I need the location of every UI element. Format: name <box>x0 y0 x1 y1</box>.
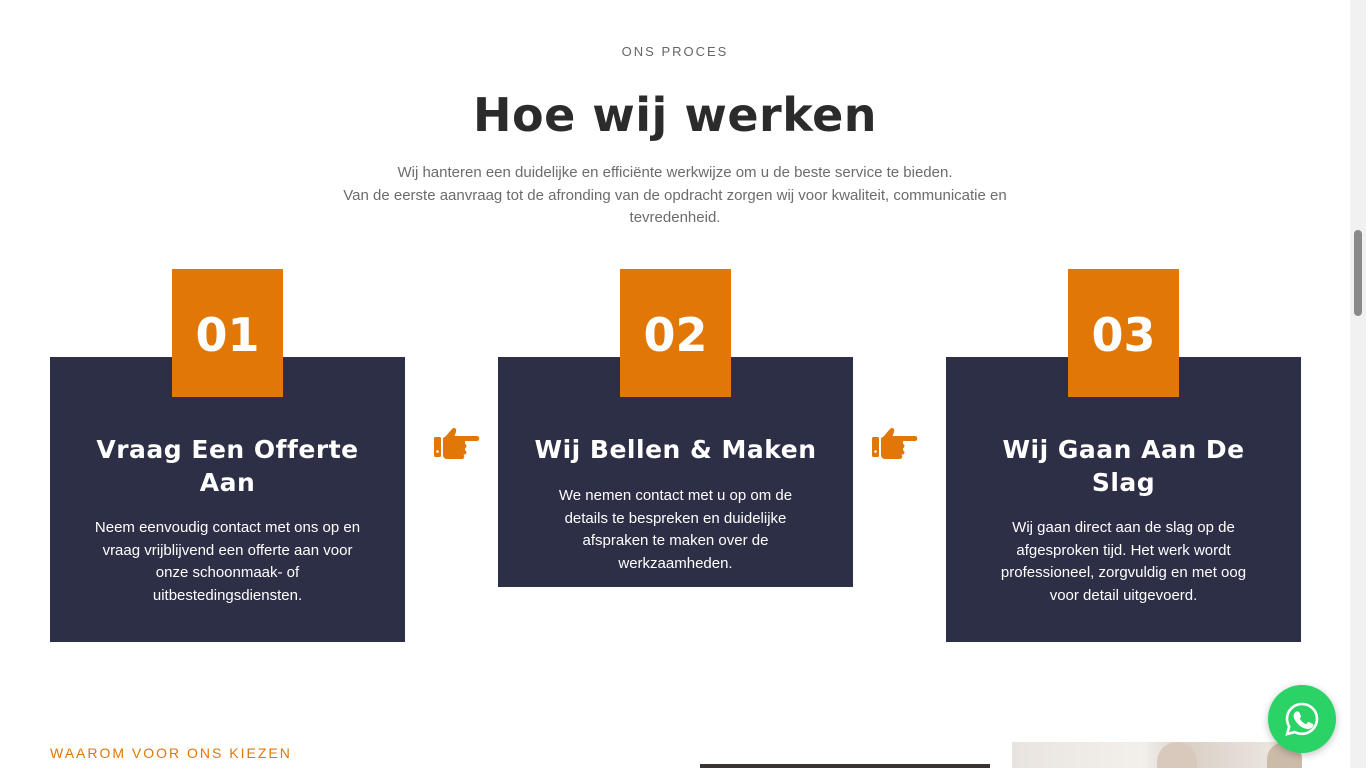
intro-line-2: Van de eerste aanvraag tot de afronding … <box>343 186 1007 227</box>
intro-line-1: Wij hanteren een duidelijke en efficiënt… <box>397 164 953 181</box>
step-text: Neem eenvoudig contact met ons op en vra… <box>94 519 361 605</box>
page-scrollbar[interactable] <box>1350 0 1366 768</box>
photo-figure <box>1157 742 1197 768</box>
why-us-eyebrow: WAAROM VOOR ONS KIEZEN <box>50 745 292 761</box>
step-title: Wij Gaan Aan De Slag <box>1002 435 1245 497</box>
whatsapp-icon <box>1285 702 1319 736</box>
section-title: Hoe wij werken <box>472 88 878 142</box>
section-eyebrow: ONS PROCES <box>621 44 729 59</box>
pointing-hand-right-icon <box>871 424 919 462</box>
step-title: Wij Bellen & Maken <box>534 435 817 464</box>
pointing-hand-right-icon <box>433 424 481 462</box>
section-intro: Wij hanteren een duidelijke en efficiënt… <box>335 162 1015 230</box>
step-number-badge: 02 <box>620 269 731 397</box>
step-title: Vraag Een Offerte Aan <box>96 435 359 497</box>
step-card-1: Vraag Een Offerte Aan Neem eenvoudig con… <box>50 357 405 642</box>
whatsapp-button[interactable] <box>1268 685 1336 753</box>
step-text: Wij gaan direct aan de slag op de afgesp… <box>1000 519 1247 605</box>
step-number-badge: 03 <box>1068 269 1179 397</box>
page: ONS PROCES Hoe wij werken Wij hanteren e… <box>0 0 1350 768</box>
section-photo <box>1012 742 1302 768</box>
step-card-3: Wij Gaan Aan De Slag Wij gaan direct aan… <box>946 357 1301 642</box>
step-text: We nemen contact met u op om de details … <box>558 487 793 573</box>
step-number-badge: 01 <box>172 269 283 397</box>
scrollbar-thumb[interactable] <box>1354 230 1362 316</box>
section-photo <box>700 764 990 768</box>
